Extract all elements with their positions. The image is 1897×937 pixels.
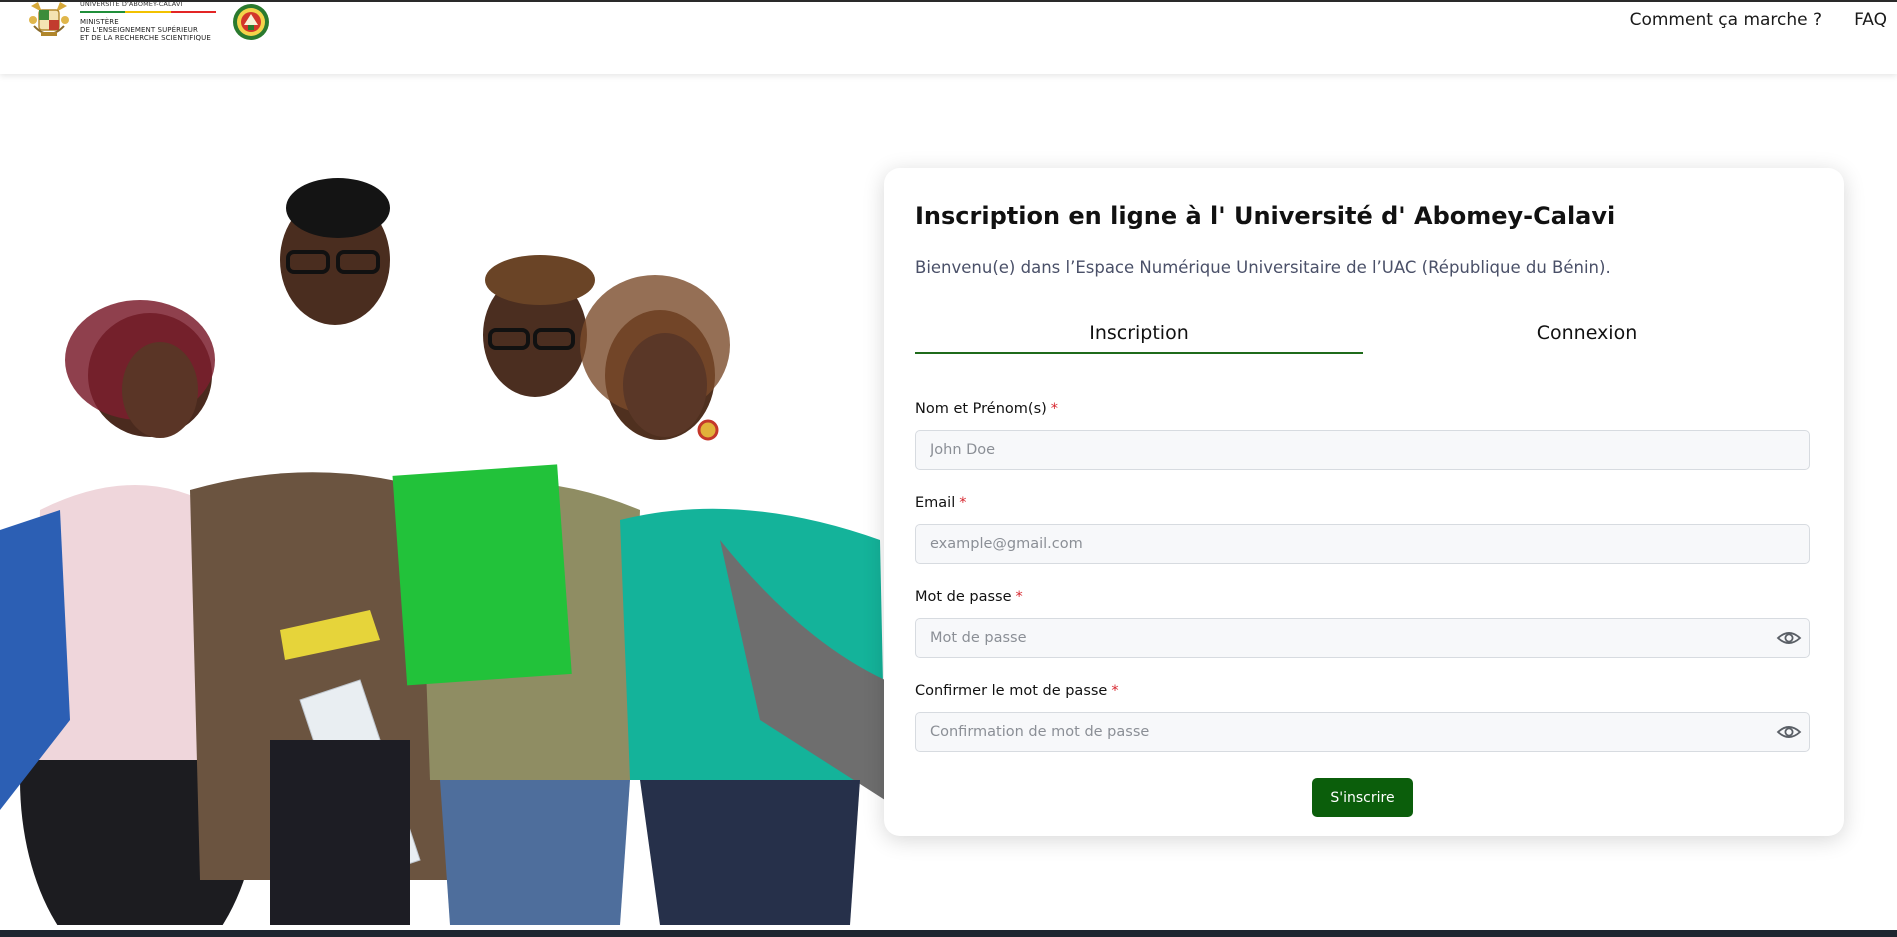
- show-password-eye-icon[interactable]: [1776, 628, 1802, 648]
- form-subtitle: Bienvenu(e) dans l’Espace Numérique Univ…: [915, 258, 1611, 277]
- name-input[interactable]: [915, 430, 1810, 470]
- email-label-text: Email: [915, 495, 956, 511]
- uac-seal-icon: [233, 4, 269, 40]
- ministry-logo[interactable]: UNIVERSITÉ D'ABOMEY-CALAVI MINISTÈRE DE …: [26, 0, 270, 42]
- password-input[interactable]: [915, 618, 1810, 658]
- password-label: Mot de passe *: [915, 589, 1023, 605]
- top-nav: Comment ça marche ? FAQ: [1630, 10, 1897, 30]
- logo-university: UNIVERSITÉ D'ABOMEY-CALAVI: [80, 0, 183, 8]
- confirm-password-label-text: Confirmer le mot de passe: [915, 683, 1108, 699]
- show-confirm-password-eye-icon[interactable]: [1776, 722, 1802, 742]
- ministry-logo-text: UNIVERSITÉ D'ABOMEY-CALAVI MINISTÈRE DE …: [80, 0, 220, 42]
- tab-connexion[interactable]: Connexion: [1363, 314, 1811, 352]
- required-marker: *: [1015, 589, 1023, 605]
- form-title: Inscription en ligne à l' Université d' …: [915, 202, 1616, 230]
- registration-card: Inscription en ligne à l' Université d' …: [884, 168, 1844, 836]
- nav-how-it-works[interactable]: Comment ça marche ?: [1630, 10, 1822, 30]
- top-header: UNIVERSITÉ D'ABOMEY-CALAVI MINISTÈRE DE …: [0, 0, 1897, 74]
- benin-coat-of-arms-icon: [29, 2, 69, 36]
- name-label-text: Nom et Prénom(s): [915, 401, 1047, 417]
- required-marker: *: [1111, 683, 1119, 699]
- logo-ministry-line3: ET DE LA RECHERCHE SCIENTIFIQUE: [80, 34, 211, 42]
- logo-ministry-line2: DE L'ENSEIGNEMENT SUPÉRIEUR: [80, 26, 198, 34]
- required-marker: *: [959, 495, 967, 511]
- tab-inscription[interactable]: Inscription: [915, 314, 1363, 354]
- confirm-password-label: Confirmer le mot de passe *: [915, 683, 1119, 699]
- logo-ministry-line1: MINISTÈRE: [80, 18, 119, 26]
- logo-flag-stripe: [80, 11, 216, 13]
- confirm-password-input[interactable]: [915, 712, 1810, 752]
- auth-tabs: Inscription Connexion: [915, 314, 1812, 354]
- name-label: Nom et Prénom(s) *: [915, 401, 1058, 417]
- bottom-bar: [0, 930, 1897, 937]
- signup-button[interactable]: S'inscrire: [1312, 778, 1413, 817]
- students-photo: [0, 178, 885, 925]
- email-label: Email *: [915, 495, 966, 511]
- password-label-text: Mot de passe: [915, 589, 1012, 605]
- email-input[interactable]: [915, 524, 1810, 564]
- nav-faq[interactable]: FAQ: [1854, 10, 1887, 30]
- required-marker: *: [1050, 401, 1059, 417]
